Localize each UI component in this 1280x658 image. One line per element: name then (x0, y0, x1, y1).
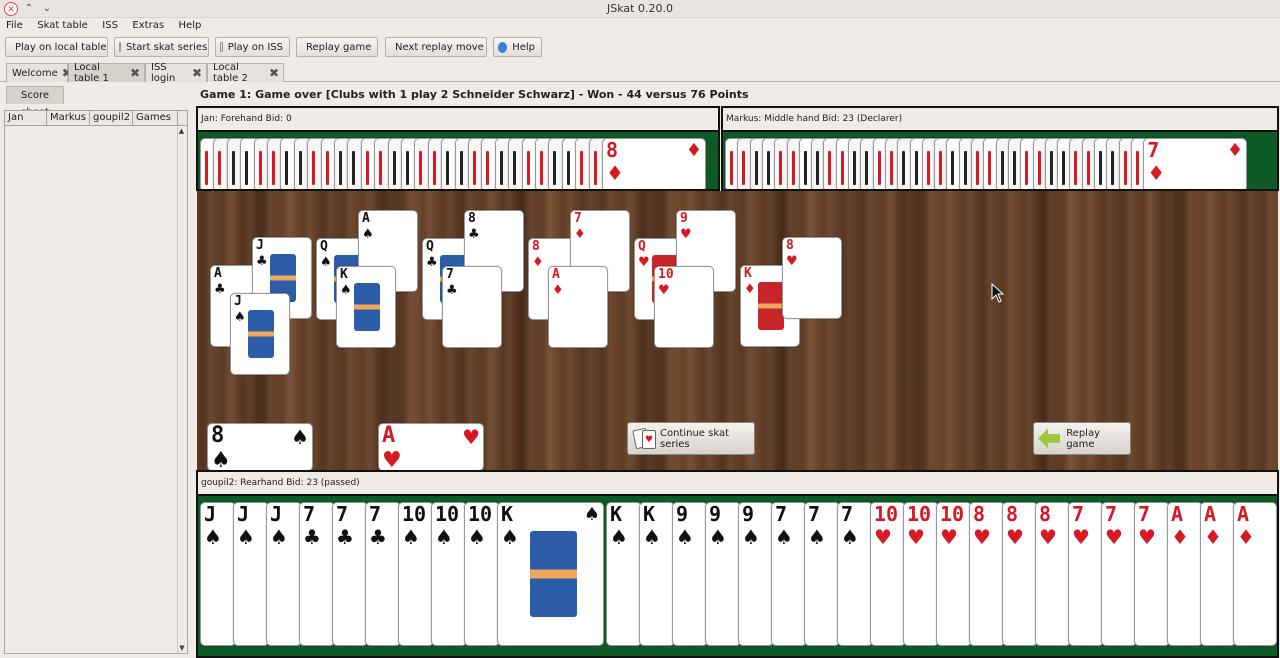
middlehand-player-label: Markus: Middle hand Bid: 23 (Declarer) (723, 108, 1277, 132)
toolbar: Play on local table Start skat series Pl… (0, 36, 1280, 60)
help-icon (498, 41, 508, 53)
menu-skat-table[interactable]: Skat table (32, 19, 93, 32)
replay-game-table-button[interactable]: Replay game (1033, 422, 1131, 455)
hand-card[interactable]: 10 ♠ (431, 502, 467, 646)
hand-card[interactable]: A ♦ (1200, 502, 1236, 646)
vertical-scrollbar[interactable]: ▲ ▼ (177, 127, 185, 652)
forehand-player-panel: Jan: Forehand Bid: 0 8 ♦ ♦ (196, 106, 720, 191)
rearhand-hand: J ♠ J ♠ J ♠ 7 ♣ 7 ♣ 7 ♣ 10 ♠ 10 ♠ 10 ♠ K ♠ ♠ K ♠ K ♠ 9 ♠ 9 ♠ 9 ♠ 7 ♠ 7 ♠ 7 ♠… (198, 502, 1277, 656)
hand-card[interactable]: 9 ♠ (738, 502, 774, 646)
arrow-left-icon (1038, 428, 1061, 449)
hand-card[interactable]: 8 ♥ (1035, 502, 1071, 646)
hand-card[interactable]: 8 ♥ (969, 502, 1005, 646)
game-info-label: Game 1: Game over [Clubs with 1 play 2 S… (200, 88, 749, 101)
menu-extras[interactable]: Extras (127, 19, 169, 32)
forehand-hand: 8 ♦ ♦ (198, 138, 718, 189)
column-header-games[interactable]: Games (133, 111, 178, 125)
hand-card[interactable]: 7 ♠ (804, 502, 840, 646)
menu-file[interactable]: File (1, 19, 28, 32)
tab-iss-login[interactable]: ISS login ✖ (145, 62, 207, 84)
hand-card[interactable]: K ♠ ♠ (497, 502, 604, 646)
hand-card[interactable]: 7 ♥ (1134, 502, 1170, 646)
tab-score-sheet[interactable]: Score sheet (6, 86, 64, 118)
rearhand-player-panel: goupil2: Rearhand Bid: 23 (passed) J ♠ J ♠ J… (196, 470, 1279, 658)
hand-card[interactable]: A ♦ (1167, 502, 1203, 646)
skat-card[interactable]: A ♥ ♥ (378, 423, 484, 471)
column-header-markus[interactable]: Markus (47, 111, 90, 125)
menu-bar: File Skat table ISS Extras Help (0, 18, 1280, 34)
hand-card[interactable]: 10 ♠ (464, 502, 500, 646)
hand-card[interactable]: 9 ♠ (672, 502, 708, 646)
hand-card[interactable]: 10 ♠ (398, 502, 434, 646)
start-skat-series-button[interactable]: Start skat series (114, 37, 209, 57)
hand-card[interactable]: J ♠ (200, 502, 236, 646)
hand-card[interactable]: 10 ♥ (870, 502, 906, 646)
close-tab-icon[interactable]: ✖ (192, 66, 202, 80)
trick-card: 8 ♥ (782, 237, 842, 319)
close-tab-icon[interactable]: ✖ (269, 66, 279, 80)
hand-card[interactable]: 7 ♠ (837, 502, 873, 646)
hand-card[interactable]: 7 ♥ (1068, 502, 1104, 646)
hand-card[interactable]: K ♠ (639, 502, 675, 646)
window-title: JSkat 0.20.0 (607, 2, 673, 15)
hand-card[interactable]: A ♦ (1233, 502, 1277, 646)
forehand-player-label: Jan: Forehand Bid: 0 (198, 108, 718, 132)
hand-card[interactable]: J ♠ (266, 502, 302, 646)
trick-card: J ♠ (230, 293, 290, 375)
menu-iss[interactable]: ISS (97, 19, 123, 32)
next-replay-move-button[interactable]: Next replay move (385, 37, 487, 57)
trick-card: 7 ♣ (442, 266, 502, 348)
help-button[interactable]: Help (493, 37, 542, 57)
tab-local-table-2[interactable]: Local table 2 ✖ (207, 62, 284, 84)
trick-card: K ♠ (336, 266, 396, 348)
continue-skat-series-button[interactable]: ♥ Continue skat series (627, 422, 755, 455)
play-on-iss-button[interactable]: Play on ISS (215, 37, 290, 57)
column-header-goupil2[interactable]: goupil2 (90, 111, 133, 125)
hand-card[interactable]: K ♠ (606, 502, 642, 646)
close-tab-icon[interactable]: ✖ (130, 66, 140, 80)
rearhand-player-label: goupil2: Rearhand Bid: 23 (passed) (198, 472, 1277, 496)
trick-card: A ♦ (548, 266, 608, 348)
score-sheet-panel: Score sheet Jan Markus goupil2 Games ▲ ▼ (2, 84, 190, 656)
score-table-header: Jan Markus goupil2 Games (5, 111, 187, 126)
title-bar: ✕ ⌃ ⌄ JSkat 0.20.0 (0, 0, 1280, 18)
trick-card: 10 ♥ (654, 266, 714, 348)
playing-card: 8 ♦ ♦ (602, 138, 706, 189)
score-table: Jan Markus goupil2 Games ▲ ▼ (4, 110, 188, 654)
hand-card[interactable]: 8 ♥ (1002, 502, 1038, 646)
tab-bar: Welcome ✖ Local table 1 ✖ ISS login ✖ Local… (0, 62, 1280, 84)
game-area: Game 1: Game over [Clubs with 1 play 2 S… (195, 84, 1280, 658)
hand-card[interactable]: 9 ♠ (705, 502, 741, 646)
playing-card: 7 ♦ ♦ (1143, 138, 1248, 189)
hand-card[interactable]: 10 ♥ (903, 502, 939, 646)
column-header-jan[interactable]: Jan (5, 111, 47, 125)
card-table: ♥ Continue skat series Replay game A ♣ J ♣ J… (197, 191, 1278, 471)
phone-icon (220, 42, 223, 52)
tab-welcome[interactable]: Welcome ✖ (6, 63, 72, 82)
cards-icon (119, 42, 121, 52)
hand-card[interactable]: J ♠ (233, 502, 269, 646)
menu-help[interactable]: Help (174, 19, 207, 32)
replay-game-button[interactable]: Replay game (296, 37, 378, 57)
middlehand-player-panel: Markus: Middle hand Bid: 23 (Declarer) 7… (721, 106, 1279, 191)
hand-card[interactable]: 7 ♣ (299, 502, 335, 646)
scroll-down-icon[interactable]: ▼ (178, 644, 186, 652)
scroll-up-icon[interactable]: ▲ (178, 127, 185, 135)
skat-card[interactable]: 8 ♠ ♠ (207, 423, 313, 471)
hand-card[interactable]: 7 ♣ (332, 502, 368, 646)
play-local-table-button[interactable]: Play on local table (5, 37, 108, 57)
hand-card[interactable]: 7 ♠ (771, 502, 807, 646)
cards-icon: ♥ (632, 427, 656, 451)
tab-local-table-1[interactable]: Local table 1 ✖ (68, 62, 145, 84)
hand-card[interactable]: 10 ♥ (936, 502, 972, 646)
middlehand-hand: 7 ♦ ♦ (723, 138, 1277, 189)
hand-card[interactable]: 7 ♥ (1101, 502, 1137, 646)
hand-card[interactable]: 7 ♣ (365, 502, 401, 646)
